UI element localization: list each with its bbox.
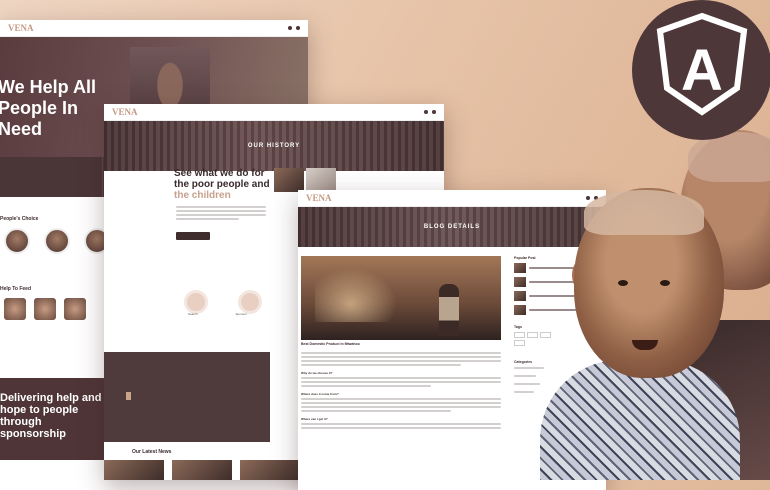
avatar[interactable]	[44, 228, 70, 254]
navbar: VENA	[104, 104, 444, 121]
search-icon[interactable]	[424, 110, 428, 114]
nav-tools	[424, 110, 436, 114]
news-image[interactable]	[172, 460, 232, 480]
angular-shield-icon: A	[656, 12, 748, 116]
news-image[interactable]	[240, 460, 300, 480]
feed-cards	[4, 298, 86, 320]
search-icon[interactable]	[288, 26, 292, 30]
section-headline: See what we do for the poor people and t…	[174, 168, 270, 201]
testimonial-band	[104, 352, 270, 442]
quote-mark	[126, 392, 131, 400]
hero-title: We Help All People In Need	[0, 77, 97, 139]
service-label: Search	[188, 312, 198, 316]
sponsor-icon	[238, 290, 262, 314]
post-question: Where does it come from?	[301, 392, 339, 396]
tag[interactable]	[514, 332, 525, 338]
navbar: VENA	[0, 20, 308, 37]
latest-news-title: Our Latest News	[132, 449, 172, 455]
service-label: Sponsor	[235, 312, 247, 316]
band-title: Delivering help and hope to people throu…	[0, 392, 102, 440]
angular-letter: A	[681, 38, 723, 103]
post-body: Why do we choose it? Where does it come …	[301, 350, 501, 431]
card-image[interactable]	[4, 298, 26, 320]
body-text	[176, 204, 266, 222]
cart-icon[interactable]	[296, 26, 300, 30]
photo	[274, 168, 304, 192]
post-title: Best Domestic Product in Mtwahoo	[301, 342, 360, 346]
post-featured-image	[301, 256, 501, 340]
photo	[306, 168, 336, 192]
angular-logo-badge: A	[632, 0, 770, 140]
service-labels: Search Sponsor	[188, 312, 247, 316]
headline-accent: the children	[174, 190, 231, 201]
search-icon	[184, 290, 208, 314]
section-title-people: People's Choice	[0, 216, 39, 222]
post-question: Where can I get it?	[301, 417, 328, 421]
hero-title: OUR HISTORY	[247, 143, 301, 149]
people-avatars	[4, 228, 110, 254]
logo[interactable]: VENA	[8, 23, 34, 33]
headline-images	[274, 168, 336, 192]
children-photo	[540, 130, 770, 480]
cart-icon[interactable]	[432, 110, 436, 114]
sponsorship-band: Delivering help and hope to people throu…	[0, 378, 104, 460]
hero-title: BLOG DETAILS	[423, 224, 481, 230]
logo[interactable]: VENA	[306, 193, 332, 203]
news-image[interactable]	[104, 460, 164, 480]
avatar[interactable]	[4, 228, 30, 254]
read-more-button[interactable]	[176, 232, 210, 240]
section-title-feed: Help To Feed	[0, 286, 32, 292]
logo[interactable]: VENA	[112, 107, 138, 117]
card-image[interactable]	[34, 298, 56, 320]
child-sweater	[540, 360, 740, 480]
about-hero: OUR HISTORY	[104, 121, 444, 171]
post-question: Why do we choose it?	[301, 371, 333, 375]
girl-figure	[439, 284, 459, 336]
news-images	[104, 460, 300, 480]
nav-tools	[288, 26, 300, 30]
card-image[interactable]	[64, 298, 86, 320]
tag[interactable]	[527, 332, 538, 338]
tag[interactable]	[514, 340, 525, 346]
service-icons	[184, 290, 262, 314]
